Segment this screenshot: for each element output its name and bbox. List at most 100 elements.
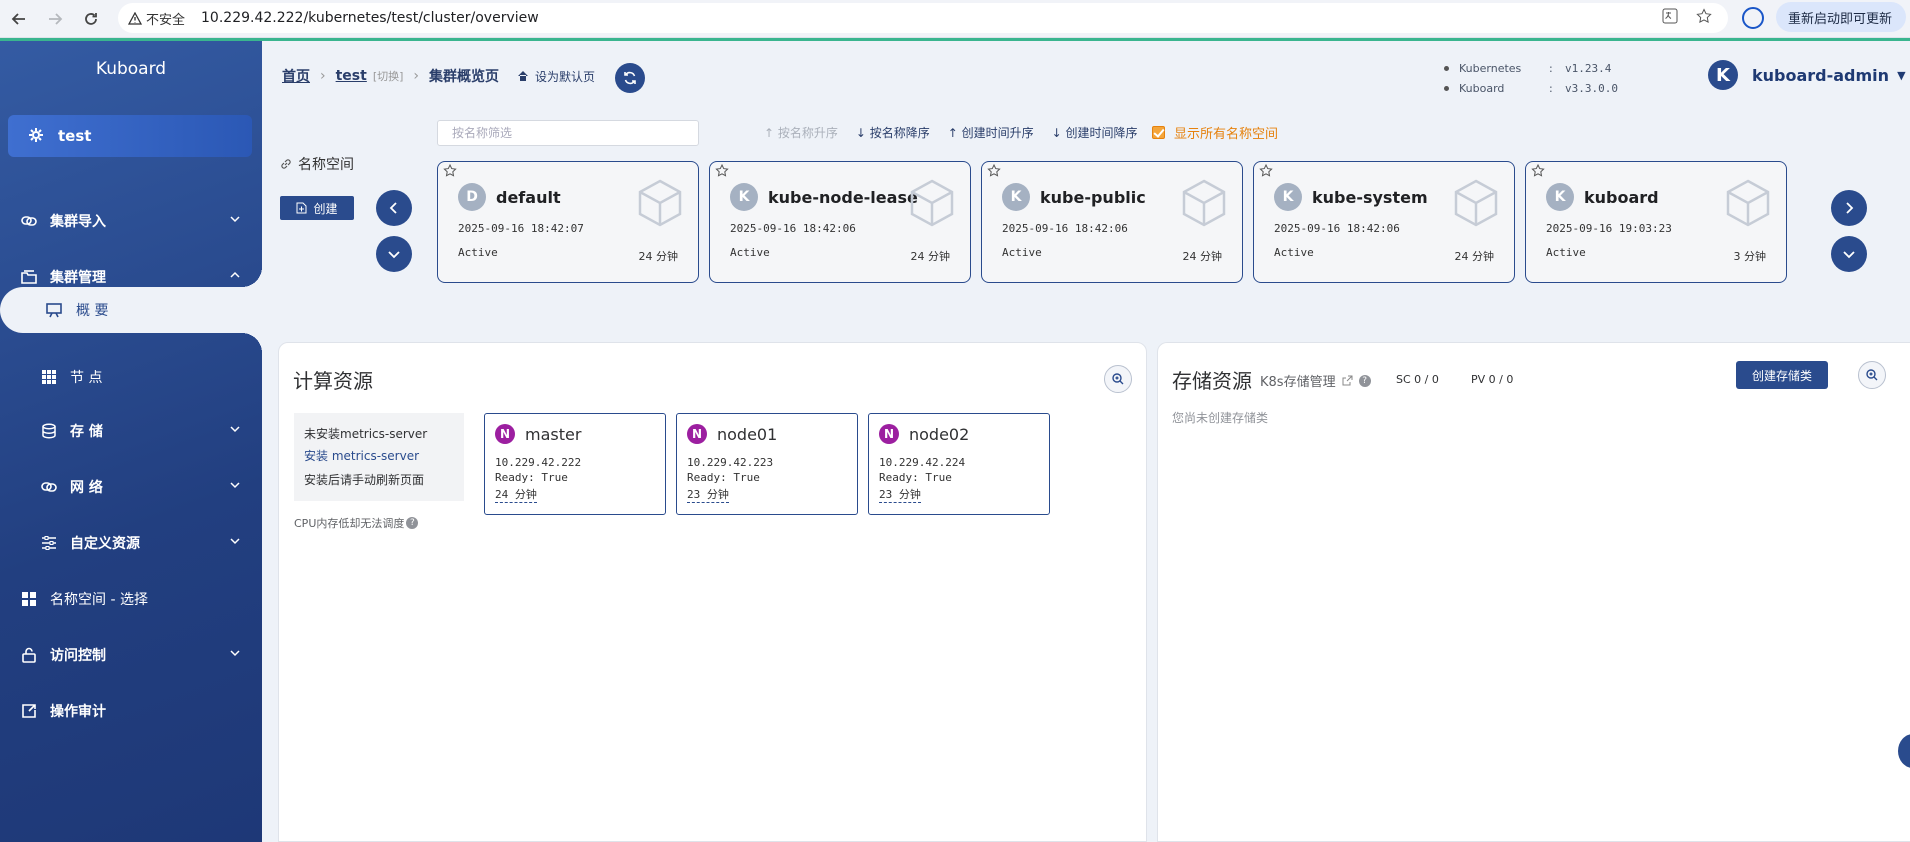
namespace-age: 24 分钟 [1182, 250, 1223, 263]
translate-icon[interactable] [1662, 8, 1678, 28]
version-info: Kubernetes : v1.23.4 Kuboard : v3.3.0.0 [1444, 58, 1618, 98]
sort-name-desc[interactable]: ↓ 按名称降序 [856, 124, 930, 141]
star-icon[interactable] [1258, 163, 1274, 179]
sc-count: SC 0 / 0 [1396, 373, 1439, 386]
sort-options: ↑ 按名称升序 ↓ 按名称降序 ↑ 创建时间升序 ↓ 创建时间降序 [764, 124, 1138, 141]
node-card[interactable]: N node01 10.229.42.223 Ready: True 23 分钟 [676, 413, 858, 515]
star-icon[interactable] [442, 163, 458, 179]
node-badge: N [495, 424, 515, 444]
sidebar-item-cluster-import[interactable]: 集群导入 [0, 199, 262, 243]
star-icon[interactable] [1530, 163, 1546, 179]
help-icon[interactable]: ? [406, 517, 419, 529]
namespace-created: 2025-09-16 18:42:06 [730, 222, 856, 235]
namespace-age: 24 分钟 [638, 250, 679, 263]
sidebar-item-overview[interactable]: 概 要 [0, 267, 262, 353]
sidebar-item-label: 集群导入 [50, 214, 106, 230]
storage-subtitle: K8s存储管理 [1260, 375, 1336, 390]
namespace-card[interactable]: K kube-node-lease 2025-09-16 18:42:06 Ac… [709, 161, 971, 283]
cube-icon [1182, 179, 1226, 227]
profile-icon[interactable] [1742, 7, 1764, 29]
star-icon[interactable] [714, 163, 730, 179]
sort-label: 创建时间升序 [961, 126, 1034, 140]
refresh-button[interactable] [615, 63, 645, 93]
lock-icon [20, 646, 38, 664]
scroll-left-button[interactable] [376, 190, 412, 226]
install-metrics-link[interactable]: 安装 metrics-server [304, 447, 419, 464]
pv-count: PV 0 / 0 [1471, 373, 1514, 386]
namespace-status: Active [1274, 246, 1314, 259]
collapse-button[interactable] [376, 236, 412, 272]
node-card[interactable]: N node02 10.229.42.224 Ready: True 23 分钟 [868, 413, 1050, 515]
sidebar-item-nodes[interactable]: 节 点 [0, 355, 262, 399]
sidebar-item-storage[interactable]: 存 储 [0, 409, 262, 453]
help-icon[interactable]: ? [1358, 374, 1371, 387]
sidebar-item-audit[interactable]: 操作审计 [0, 689, 262, 733]
zoom-button[interactable] [1104, 365, 1132, 393]
expand-button[interactable] [1831, 236, 1867, 272]
node-name: node02 [909, 425, 970, 444]
sidebar-item-custom-resources[interactable]: 自定义资源 [0, 521, 262, 565]
node-card[interactable]: N master 10.229.42.222 Ready: True 24 分钟 [484, 413, 666, 515]
folder-icon [20, 268, 38, 286]
user-menu[interactable]: K kuboard-admin ▼ [1708, 60, 1906, 90]
zoom-button[interactable] [1858, 361, 1886, 389]
cluster-name: test [58, 127, 92, 145]
star-icon[interactable] [986, 163, 1002, 179]
caret-down-icon: ▼ [1897, 68, 1906, 82]
node-ip: 10.229.42.224 [879, 456, 966, 469]
namespace-card[interactable]: D default 2025-09-16 18:42:07 Active 24 … [437, 161, 699, 283]
sort-time-desc[interactable]: ↓ 创建时间降序 [1052, 124, 1138, 141]
namespace-card[interactable]: K kuboard 2025-09-16 19:03:23 Active 3 分… [1525, 161, 1787, 283]
update-button[interactable]: 重新启动即可更新 [1776, 2, 1906, 32]
set-default-label: 设为默认页 [535, 69, 596, 84]
chevron-right-icon: › [413, 68, 420, 84]
namespace-created: 2025-09-16 18:42:07 [458, 222, 584, 235]
namespace-card[interactable]: K kube-public 2025-09-16 18:42:06 Active… [981, 161, 1243, 283]
namespace-name: default [496, 188, 561, 207]
breadcrumb-home[interactable]: 首页 [282, 66, 310, 86]
refresh-note: 安装后请手动刷新页面 [304, 473, 425, 487]
show-all-label: 显示所有名称空间 [1174, 127, 1279, 142]
breadcrumb-cluster[interactable]: test [336, 68, 367, 84]
cube-icon [1454, 179, 1498, 227]
namespace-filter-input[interactable] [437, 120, 699, 146]
namespace-card[interactable]: K kube-system 2025-09-16 18:42:06 Active… [1253, 161, 1515, 283]
current-cluster[interactable]: test [8, 115, 252, 157]
sidebar-item-label: 操作审计 [50, 704, 106, 720]
chevron-down-icon [230, 650, 240, 657]
sidebar-item-label: 访问控制 [50, 648, 106, 664]
refresh-icon [624, 71, 636, 85]
sidebar-item-namespace-select[interactable]: 名称空间 - 选择 [0, 577, 262, 621]
sort-time-asc[interactable]: ↑ 创建时间升序 [948, 124, 1034, 141]
sort-name-asc[interactable]: ↑ 按名称升序 [764, 124, 838, 141]
set-default-button[interactable]: 设为默认页 [517, 68, 595, 85]
show-all-namespaces-checkbox[interactable]: 显示所有名称空间 [1152, 123, 1278, 142]
create-storage-class-button[interactable]: 创建存储类 [1736, 361, 1828, 389]
document-icon [296, 202, 307, 214]
namespace-initial: K [730, 183, 758, 211]
storage-management-link[interactable]: K8s存储管理 ? [1260, 371, 1371, 390]
forward-icon[interactable] [38, 4, 72, 34]
node-ready: Ready: True [687, 471, 760, 484]
chevron-down-icon [230, 426, 240, 433]
gear-icon [28, 127, 46, 145]
accent-line [0, 38, 1910, 41]
sidebar-item-network[interactable]: 网 络 [0, 465, 262, 509]
breadcrumb: 首页 › test [切换] › 集群概览页 设为默认页 [282, 66, 595, 86]
switch-cluster-link[interactable]: [切换] [373, 68, 404, 84]
sidebar-item-label: 网 络 [70, 480, 103, 496]
create-label: 创建 [313, 201, 338, 216]
scroll-right-button[interactable] [1831, 190, 1867, 226]
bookmark-star-icon[interactable] [1696, 8, 1712, 28]
create-namespace-button[interactable]: 创建 [280, 196, 354, 220]
namespace-created: 2025-09-16 18:42:06 [1274, 222, 1400, 235]
namespace-status: Active [730, 246, 770, 259]
address-bar[interactable]: 不安全 10.229.42.222/kubernetes/test/cluste… [118, 3, 1728, 33]
insecure-indicator[interactable]: 不安全 [128, 9, 185, 28]
reload-icon[interactable] [74, 4, 108, 34]
sidebar-item-access-control[interactable]: 访问控制 [0, 633, 262, 677]
namespace-section-label: 名称空间 [280, 154, 354, 174]
sidebar-item-label: 概 要 [76, 303, 109, 319]
namespace-initial: D [458, 183, 486, 211]
back-icon[interactable] [2, 4, 36, 34]
